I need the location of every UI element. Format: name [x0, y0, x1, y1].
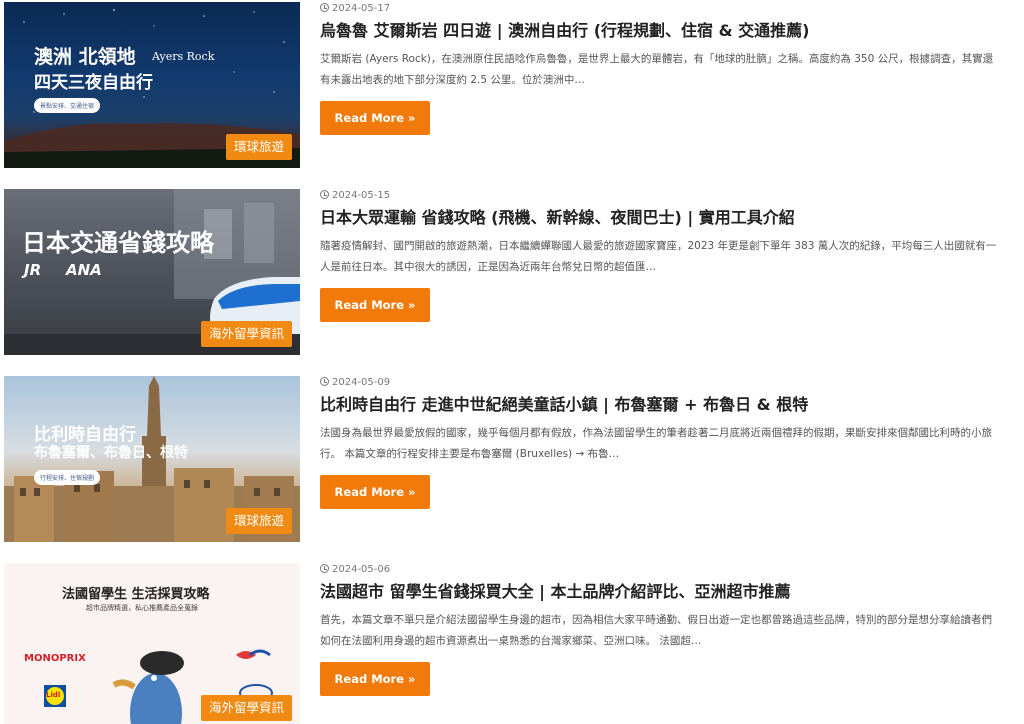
read-more-button[interactable]: Read More » [320, 475, 430, 509]
post-date: 2024-05-09 [320, 376, 1000, 390]
thumbnail-tag: 景點安排、交通住宿 [34, 98, 101, 113]
ana-logo: ANA [66, 261, 102, 279]
monoprix-logo: MONOPRIX [24, 653, 86, 664]
post-excerpt: 法國身為最世界最愛放假的國家，幾乎每個月都有假放，作為法國留學生的筆者趁著二月底… [320, 427, 992, 460]
thumbnail-caption: 法國留學生 生活採買攻略 [62, 587, 210, 602]
category-badge[interactable]: 海外留學資訊 [200, 695, 292, 721]
read-more-button[interactable]: Read More » [320, 101, 430, 135]
thumbnail-tag: 行程安排、住宿規劃 [34, 470, 101, 485]
post-content: 2024-05-15 日本大眾運輸 省錢攻略 (飛機、新幹線、夜間巴士) | 實… [320, 189, 1000, 322]
post-card: 澳洲 北領地 Ayers Rock 四天三夜自由行 景點安排、交通住宿 環球旅遊… [4, 2, 1004, 170]
post-date-text: 2024-05-06 [332, 564, 391, 575]
read-more-button[interactable]: Read More » [320, 288, 430, 322]
clock-icon [320, 564, 329, 573]
post-date: 2024-05-06 [320, 563, 1000, 577]
thumbnail-caption: 澳洲 北領地 [34, 46, 136, 68]
lidl-logo: Lidl [46, 691, 61, 699]
post-card: 日本交通省錢攻略 JR ANA 海外留學資訊 2024-05-15 日本大眾運輸… [4, 189, 1004, 357]
post-thumbnail[interactable]: 法國留學生 生活採買攻略 超市品牌精選，私心推薦產品全蒐錄 MONOPRIX L… [4, 563, 300, 724]
thumbnail-subtitle: 布魯塞爾、布魯日、根特 [34, 445, 188, 461]
read-more-button[interactable]: Read More » [320, 662, 430, 696]
post-title[interactable]: 日本大眾運輸 省錢攻略 (飛機、新幹線、夜間巴士) | 實用工具介紹 [320, 207, 1000, 229]
post-title[interactable]: 烏魯魯 艾爾斯岩 四日遊 | 澳洲自由行 (行程規劃、住宿 & 交通推薦) [320, 20, 1000, 42]
clock-icon [320, 377, 329, 386]
post-title[interactable]: 比利時自由行 走進中世紀絕美童話小鎮 | 布魯塞爾 + 布魯日 & 根特 [320, 394, 1000, 416]
post-excerpt: 隨著疫情解封、國門開啟的旅遊熱潮，日本繼續蟬聯國人最愛的旅遊國家寶座，2023 … [320, 240, 997, 273]
thumbnail-subtitle: 四天三夜自由行 [34, 73, 153, 93]
post-title[interactable]: 法國超市 留學生省錢採買大全 | 本土品牌介紹評比、亞洲超市推薦 [320, 581, 1000, 603]
thumbnail-caption-en: Ayers Rock [152, 50, 215, 63]
post-date-text: 2024-05-15 [332, 190, 391, 201]
clock-icon [320, 3, 329, 12]
thumbnail-caption: 日本交通省錢攻略 [22, 229, 214, 257]
post-card: 比利時自由行 布魯塞爾、布魯日、根特 行程安排、住宿規劃 環球旅遊 2024-0… [4, 376, 1004, 544]
post-excerpt: 艾爾斯岩 (Ayers Rock)，在澳洲原住民語唸作烏魯魯，是世界上最大的單體… [320, 53, 994, 86]
post-content: 2024-05-17 烏魯魯 艾爾斯岩 四日遊 | 澳洲自由行 (行程規劃、住宿… [320, 2, 1000, 135]
thumbnail-subtitle: 超市品牌精選，私心推薦產品全蒐錄 [86, 604, 198, 612]
category-badge[interactable]: 環球旅遊 [225, 508, 292, 534]
post-card: 法國留學生 生活採買攻略 超市品牌精選，私心推薦產品全蒐錄 MONOPRIX L… [4, 563, 1004, 724]
category-badge[interactable]: 海外留學資訊 [200, 321, 292, 347]
post-thumbnail[interactable]: 比利時自由行 布魯塞爾、布魯日、根特 行程安排、住宿規劃 環球旅遊 [4, 376, 300, 542]
post-date: 2024-05-15 [320, 189, 1000, 203]
post-date-text: 2024-05-17 [332, 3, 391, 14]
post-thumbnail[interactable]: 澳洲 北領地 Ayers Rock 四天三夜自由行 景點安排、交通住宿 環球旅遊 [4, 2, 300, 168]
category-badge[interactable]: 環球旅遊 [225, 134, 292, 160]
post-date-text: 2024-05-09 [332, 377, 391, 388]
jr-logo: JR [24, 261, 42, 279]
post-content: 2024-05-09 比利時自由行 走進中世紀絕美童話小鎮 | 布魯塞爾 + 布… [320, 376, 1000, 509]
post-date: 2024-05-17 [320, 2, 1000, 16]
post-content: 2024-05-06 法國超市 留學生省錢採買大全 | 本土品牌介紹評比、亞洲超… [320, 563, 1000, 696]
clock-icon [320, 190, 329, 199]
post-excerpt: 首先，本篇文章不單只是介紹法國留學生身邊的超市，因為相信大家平時通勤、假日出遊一… [320, 614, 992, 647]
post-thumbnail[interactable]: 日本交通省錢攻略 JR ANA 海外留學資訊 [4, 189, 300, 355]
